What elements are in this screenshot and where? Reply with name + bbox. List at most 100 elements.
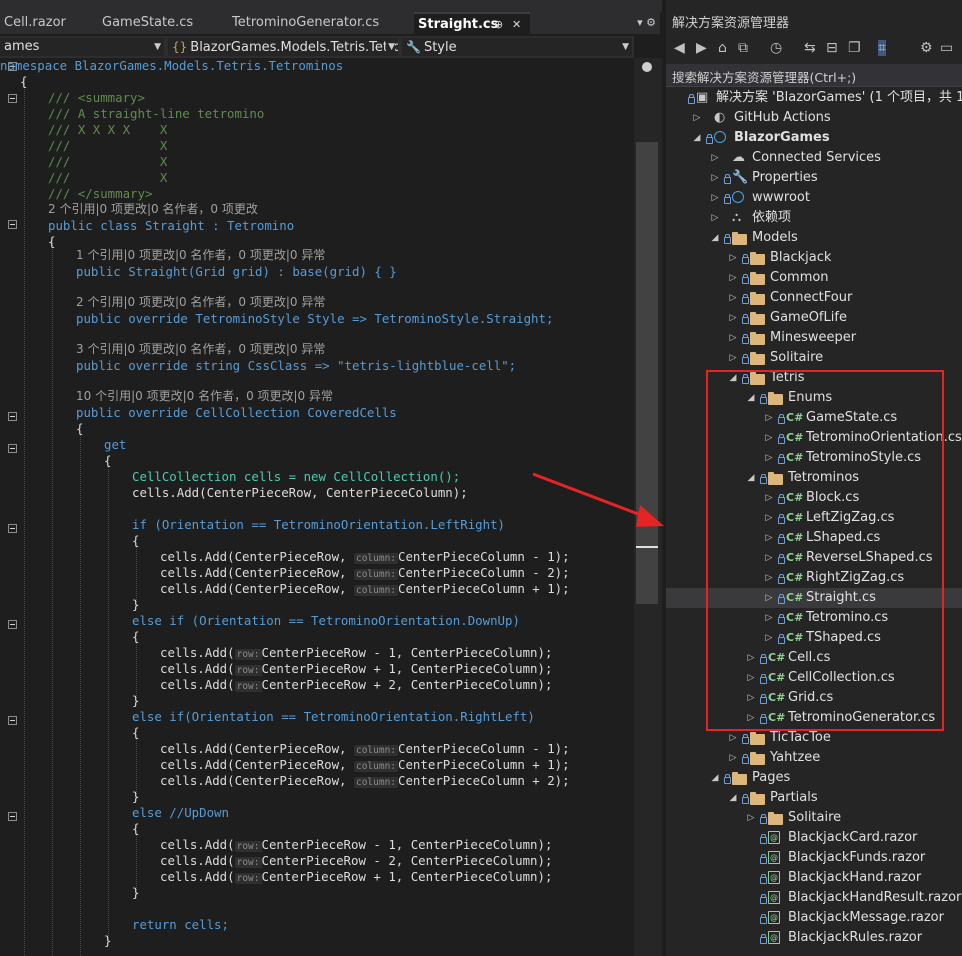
project-dropdown[interactable]: ames ▼ bbox=[0, 38, 164, 56]
fold-toggle[interactable] bbox=[8, 716, 17, 725]
folder-icon bbox=[750, 792, 765, 805]
split-view-icon[interactable] bbox=[642, 62, 652, 72]
codelens-info[interactable]: 2 个引用|0 项更改|0 名作者，0 项更改 bbox=[48, 202, 258, 216]
tree-item[interactable]: ▷ ☁ Connected Services bbox=[666, 148, 962, 168]
expanded-arrow-icon[interactable]: ◢ bbox=[710, 768, 720, 788]
tree-item[interactable]: ◢ BlazorGames bbox=[666, 128, 962, 148]
codelens-info[interactable]: 2 个引用|0 项更改|0 名作者，0 项更改|0 异常 bbox=[76, 295, 325, 309]
chevron-down-icon: ▼ bbox=[154, 42, 161, 52]
tree-item[interactable]: ▷ ConnectFour bbox=[666, 288, 962, 308]
codelens-info[interactable]: 1 个引用|0 项更改|0 名作者，0 项更改|0 异常 bbox=[76, 248, 325, 262]
preview-icon[interactable]: ▭ bbox=[940, 40, 953, 56]
tree-item[interactable]: ▷ TicTacToe bbox=[666, 728, 962, 748]
fold-toggle[interactable] bbox=[8, 412, 17, 421]
tree-item[interactable]: ▷ Solitaire bbox=[666, 808, 962, 828]
back-icon[interactable]: ◀ bbox=[674, 40, 685, 56]
tree-item[interactable]: @ BlackjackCard.razor bbox=[666, 828, 962, 848]
tree-item-label: BlazorGames bbox=[734, 130, 830, 145]
collapsed-arrow-icon[interactable]: ▷ bbox=[710, 148, 720, 168]
code-line: { bbox=[48, 234, 56, 249]
code-line: /// <summary> bbox=[48, 90, 145, 105]
collapsed-arrow-icon[interactable]: ▷ bbox=[728, 748, 738, 768]
collapsed-arrow-icon[interactable]: ▷ bbox=[728, 288, 738, 308]
close-icon[interactable]: ✕ bbox=[512, 14, 521, 36]
home-icon[interactable]: ⌂ bbox=[718, 40, 727, 56]
tree-item[interactable]: ▷ ⛬ 依赖项 bbox=[666, 208, 962, 228]
tree-item[interactable]: ◢ Pages bbox=[666, 768, 962, 788]
collapsed-arrow-icon[interactable]: ▷ bbox=[728, 308, 738, 328]
filter-icon[interactable]: ⌗ bbox=[878, 40, 886, 56]
codelens-info[interactable]: 3 个引用|0 项更改|0 名作者，0 项更改|0 异常 bbox=[76, 342, 325, 356]
fold-toggle[interactable] bbox=[8, 444, 17, 453]
code-line: public override TetrominoStyle Style => … bbox=[76, 311, 554, 326]
tab-cell-razor[interactable]: Cell.razor bbox=[0, 12, 94, 34]
code-line: { bbox=[20, 74, 28, 89]
solution-search-field[interactable]: 搜索解决方案资源管理器(Ctrl+;) bbox=[666, 64, 962, 87]
code-text: CenterPieceColumn + 2); bbox=[398, 773, 570, 788]
folder-icon bbox=[750, 272, 765, 285]
code-text: CenterPieceRow + 1, CenterPieceColumn); bbox=[261, 661, 553, 676]
tree-item[interactable]: ▷ Minesweeper bbox=[666, 328, 962, 348]
tree-item[interactable]: @ BlackjackHand.razor bbox=[666, 868, 962, 888]
tree-item[interactable]: ▷ Solitaire bbox=[666, 348, 962, 368]
forward-icon[interactable]: ▶ bbox=[696, 40, 707, 56]
fold-toggle[interactable] bbox=[8, 524, 17, 533]
tab-overflow-menu-icon[interactable]: ▾ ⚙ bbox=[637, 12, 656, 34]
code-line: public override CellCollection CoveredCe… bbox=[76, 405, 397, 420]
collapsed-arrow-icon[interactable]: ▷ bbox=[728, 348, 738, 368]
tree-item[interactable]: ▷ ◐ GitHub Actions bbox=[666, 108, 962, 128]
expanded-arrow-icon[interactable]: ◢ bbox=[710, 228, 720, 248]
lock-icon bbox=[724, 774, 731, 784]
tree-item[interactable]: @ BlackjackRules.razor bbox=[666, 928, 962, 948]
fold-toggle[interactable] bbox=[8, 220, 17, 229]
pin-icon[interactable]: ⊕ bbox=[494, 14, 503, 36]
collapsed-arrow-icon[interactable]: ▷ bbox=[710, 208, 720, 228]
tree-item[interactable]: @ BlackjackMessage.razor bbox=[666, 908, 962, 928]
fold-toggle[interactable] bbox=[8, 812, 17, 821]
expanded-arrow-icon[interactable]: ◢ bbox=[728, 788, 738, 808]
tree-item-label: Pages bbox=[752, 770, 791, 785]
collapsed-arrow-icon[interactable]: ▷ bbox=[746, 808, 756, 828]
properties-icon[interactable]: ⚙ bbox=[920, 40, 933, 56]
scroll-position-marker bbox=[636, 546, 658, 548]
collapsed-arrow-icon[interactable]: ▷ bbox=[710, 168, 720, 188]
tab-tetrominogenerator[interactable]: TetrominoGenerator.cs bbox=[228, 12, 410, 34]
tree-item[interactable]: ▷ wwwroot bbox=[666, 188, 962, 208]
fold-toggle[interactable] bbox=[8, 620, 17, 629]
sync-icon[interactable]: ⇆ bbox=[804, 40, 816, 56]
codelens-info[interactable]: 10 个引用|0 项更改|0 名作者，0 项更改|0 异常 bbox=[76, 389, 333, 403]
code-line: /// A straight-line tetromino bbox=[48, 106, 265, 121]
collapsed-arrow-icon[interactable]: ▷ bbox=[728, 328, 738, 348]
member-dropdown[interactable]: 🔧 Style ▼ bbox=[402, 38, 632, 56]
solution-icon: ▣ bbox=[696, 90, 709, 105]
collapsed-arrow-icon[interactable]: ▷ bbox=[728, 268, 738, 288]
tree-item[interactable]: @ BlackjackHandResult.razor bbox=[666, 888, 962, 908]
code-editor[interactable]: namespace BlazorGames.Models.Tetris.Tetr… bbox=[0, 58, 634, 956]
history-icon[interactable]: ◷ bbox=[770, 40, 782, 56]
tree-item[interactable]: ▷ Yahtzee bbox=[666, 748, 962, 768]
show-all-files-icon[interactable]: ❐ bbox=[848, 40, 861, 56]
collapsed-arrow-icon[interactable]: ▷ bbox=[728, 248, 738, 268]
tree-item[interactable]: ▷ Common bbox=[666, 268, 962, 288]
tab-straight[interactable]: Straight.cs ⊕ ✕ bbox=[414, 12, 530, 34]
tree-item[interactable]: ◢ Partials bbox=[666, 788, 962, 808]
expanded-arrow-icon[interactable]: ◢ bbox=[692, 128, 702, 148]
namespace-dropdown[interactable]: {}BlazorGames.Models.Tetris.Tetrominos▼ bbox=[168, 38, 398, 56]
tree-item[interactable]: @ BlackjackFunds.razor bbox=[666, 848, 962, 868]
tab-gamestate[interactable]: GameState.cs bbox=[98, 12, 224, 34]
collapsed-arrow-icon[interactable]: ▷ bbox=[728, 728, 738, 748]
collapse-all-icon[interactable]: ⊟ bbox=[826, 40, 838, 56]
connected-services-icon: ☁ bbox=[732, 150, 745, 165]
tree-item[interactable]: ▣ 解决方案 'BlazorGames' (1 个项目，共 1 个) bbox=[666, 88, 962, 108]
scrollbar-thumb[interactable] bbox=[636, 142, 658, 604]
vs-icon[interactable]: ⧉ bbox=[738, 40, 748, 56]
collapsed-arrow-icon[interactable]: ▷ bbox=[692, 108, 702, 128]
fold-toggle[interactable] bbox=[8, 94, 17, 103]
tree-item[interactable]: ▷ GameOfLife bbox=[666, 308, 962, 328]
code-line: cells.Add(CenterPieceRow, column: CenterP… bbox=[160, 773, 570, 789]
tree-item[interactable]: ◢ Models bbox=[666, 228, 962, 248]
tree-item[interactable]: ▷ Blackjack bbox=[666, 248, 962, 268]
collapsed-arrow-icon[interactable]: ▷ bbox=[710, 188, 720, 208]
tree-item[interactable]: ▷ 🔧 Properties bbox=[666, 168, 962, 188]
parameter-hint: row: bbox=[234, 841, 262, 852]
